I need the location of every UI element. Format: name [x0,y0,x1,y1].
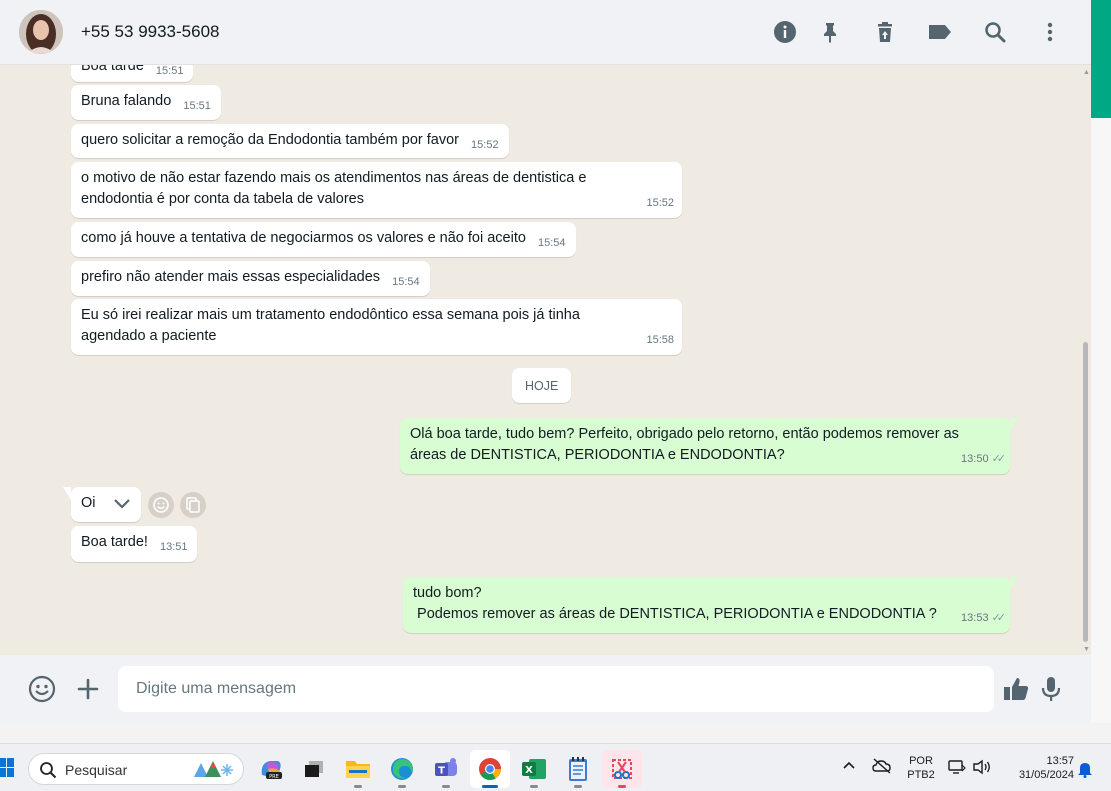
message-time: 15:51 [155,65,184,77]
copilot-icon[interactable]: PRE [251,750,291,788]
clock-date: 31/05/2024 [1018,769,1074,781]
message-text: Oi [81,495,96,511]
search-icon [39,761,57,784]
message-bubble[interactable]: quero solicitar a remoção da Endodontia … [71,124,509,158]
message-text-line: endodontia é por conta da tabela de valo… [81,191,364,207]
accent-strip [1091,0,1111,118]
message-time: 15:52 [471,139,499,151]
file-explorer-icon[interactable] [338,750,378,788]
message-text-line: tudo bom? [413,585,482,601]
svg-text:PRE: PRE [269,774,279,780]
chrome-icon[interactable] [470,750,510,788]
snipping-tool-icon[interactable] [602,750,642,788]
message-text-line: áreas de DENTISTICA, PERIODONTIA e ENDOD… [410,447,785,463]
language-code: POR [909,755,933,767]
edge-icon[interactable] [382,750,422,788]
message-text: prefiro não atender mais essas especiali… [81,269,381,285]
whatsapp-window: +55 53 9933-5608 Boa tarde 15:51 Bruna f… [0,0,1091,723]
contact-name[interactable]: +55 53 9933-5608 [81,22,220,42]
language-indicator[interactable]: POR PTB2 [903,754,939,782]
notepad-icon[interactable] [558,750,598,788]
info-icon[interactable] [771,18,799,46]
window-edge [1091,0,1111,723]
message-bubble[interactable]: Boa tarde! 13:51 [71,526,198,562]
message-input[interactable] [118,666,994,712]
taskbar: Pesquisar PRE T X POR PTB2 13:57 31/05/2… [0,743,1111,791]
bubble-tail [1010,418,1018,431]
message-text-line: agendado a paciente [81,328,217,344]
copy-icon[interactable] [180,492,206,518]
svg-text:T: T [438,766,445,777]
message-text: Bruna falando [81,93,172,109]
message-time: 15:54 [537,237,566,249]
search-highlight-icon [193,759,237,786]
search-icon[interactable] [981,18,1009,46]
clock[interactable]: 13:57 31/05/2024 [1002,754,1074,782]
double-check-icon: ✓✓ [991,453,1007,465]
chevron-up-icon[interactable] [842,758,856,777]
message-bubble[interactable]: Boa tarde 15:51 [71,65,194,82]
teams-icon[interactable]: T [426,750,466,788]
message-text-line: Eu só irei realizar mais um tratamento e… [81,307,580,323]
emoji-icon[interactable] [27,674,57,704]
search-label: Pesquisar [65,762,128,778]
message-time: 13:51 [159,541,188,553]
label-icon[interactable] [926,18,954,46]
message-text: quero solicitar a remoção da Endodontia … [81,132,460,148]
emoji-react-icon[interactable] [148,492,174,518]
chevron-down-icon[interactable] [107,492,137,516]
message-bubble[interactable]: o motivo de não estar fazendo mais os at… [71,162,682,218]
excel-icon[interactable]: X [514,750,554,788]
bubble-tail [63,487,71,500]
message-bubble[interactable]: prefiro não atender mais essas especiali… [71,261,430,296]
network-icon[interactable] [948,759,966,780]
microphone-icon[interactable] [1036,674,1066,704]
message-text-line: Olá boa tarde, tudo bem? Perfeito, obrig… [410,426,959,442]
start-button[interactable] [0,756,14,780]
delete-icon[interactable] [871,18,899,46]
message-bubble[interactable]: Oi [63,487,141,522]
double-check-icon: ✓✓ [991,612,1007,624]
message-time-text: 13:53 [961,612,989,624]
message-bubble[interactable]: como já houve a tentativa de negociarmos… [71,222,576,257]
message-bubble[interactable]: Eu só irei realizar mais um tratamento e… [71,299,682,355]
attach-plus-icon[interactable] [73,674,103,704]
scrollbar-thumb[interactable] [1083,342,1088,642]
chat-header: +55 53 9933-5608 [0,0,1091,65]
day-divider: HOJE [512,368,572,403]
keyboard-layout: PTB2 [907,769,935,781]
notification-bell-icon[interactable] [1077,760,1093,783]
scroll-up-arrow-icon[interactable]: ▲ [1083,69,1090,76]
message-time: 15:58 [646,334,674,346]
avatar[interactable] [19,10,63,54]
message-text: Boa tarde [81,65,144,74]
cloud-offline-icon[interactable] [872,758,892,779]
message-time: 15:51 [183,100,211,112]
message-time: 15:52 [646,197,674,209]
message-bubble[interactable]: Bruna falando 15:51 [71,85,221,120]
task-view-icon[interactable] [294,750,334,788]
scrollbar[interactable]: ▲ ▼ [1080,65,1091,655]
message-time: 15:54 [392,276,420,288]
message-composer [0,655,1091,723]
svg-text:X: X [525,765,533,776]
message-bubble-outgoing[interactable]: tudo bom? Podemos remover as áreas de DE… [403,577,1018,633]
message-text-line: Podemos remover as áreas de DENTISTICA, … [413,606,937,622]
thumbs-up-icon[interactable] [1001,674,1031,704]
message-bubble-outgoing[interactable]: Olá boa tarde, tudo bem? Perfeito, obrig… [400,418,1018,474]
pin-icon[interactable] [816,18,844,46]
message-time-text: 13:50 [961,453,989,465]
taskbar-search[interactable]: Pesquisar [28,753,244,785]
message-text: como já houve a tentativa de negociarmos… [81,230,526,246]
volume-icon[interactable] [972,759,992,780]
message-list[interactable]: Boa tarde 15:51 Bruna falando 15:51 quer… [0,65,1091,655]
message-text-line: o motivo de não estar fazendo mais os at… [81,170,587,186]
message-text: Boa tarde! [81,534,148,550]
message-time: 13:53 ✓✓ [961,608,1007,629]
scroll-down-arrow-icon[interactable]: ▼ [1083,646,1090,653]
message-time: 13:50 ✓✓ [961,449,1007,470]
more-icon[interactable] [1036,18,1064,46]
bubble-tail [1010,577,1018,590]
clock-time: 13:57 [1046,755,1074,767]
